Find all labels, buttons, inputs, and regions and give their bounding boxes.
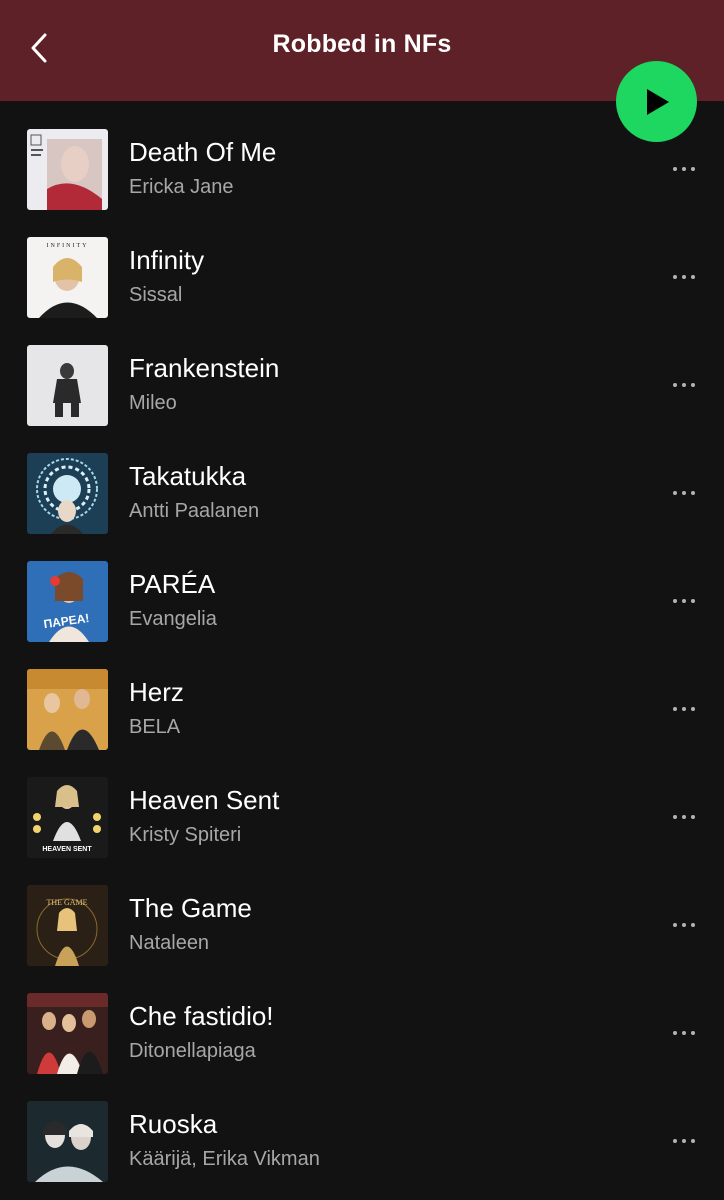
track-row[interactable]: Ruoska Käärijä, Erika Vikman [0,1073,724,1182]
album-cover [27,669,108,750]
track-row[interactable]: THE GAME The Game Nataleen [0,857,724,966]
track-title: The Game [129,893,252,923]
track-artist: BELA [129,716,181,738]
playlist-screen: Robbed in NFs Death Of Me Ericka Jane IN… [0,0,724,1200]
track-title: PARÉA [129,569,216,599]
album-cover: HEAVEN SENT [27,777,108,858]
album-cover [27,453,108,534]
track-title: Heaven Sent [129,785,280,815]
more-icon [671,275,698,279]
track-artist: Evangelia [129,608,217,630]
more-icon [671,383,698,387]
track-artist: Mileo [129,392,177,414]
track-row[interactable]: Takatukka Antti Paalanen [0,425,724,534]
track-artist: Kristy Spiteri [129,824,242,846]
page-title: Robbed in NFs [272,30,452,58]
track-row[interactable]: INFINITY Infinity Sissal [0,209,724,318]
track-artist: Antti Paalanen [129,500,260,522]
more-options-button[interactable] [664,913,704,937]
track-title: Herz [129,677,184,707]
track-row[interactable]: Frankenstein Mileo [0,317,724,426]
playlist-header: Robbed in NFs [0,0,724,101]
album-cover: THE GAME [27,885,108,966]
more-options-button[interactable] [664,373,704,397]
track-title: Death Of Me [129,137,277,167]
track-title: Frankenstein [129,353,280,383]
cover-text: HEAVEN SENT [42,846,92,853]
track-artist: Ericka Jane [129,176,234,198]
more-options-button[interactable] [664,265,704,289]
track-row[interactable]: ΠΑΡΕΑ! PARÉA Evangelia [0,533,724,642]
track-artist: Käärijä, Erika Vikman [129,1148,320,1170]
more-options-button[interactable] [664,157,704,181]
album-cover: ΠΑΡΕΑ! [27,561,108,642]
track-artist: Ditonellapiaga [129,1040,256,1062]
more-options-button[interactable] [664,805,704,829]
more-icon [671,167,698,171]
track-artist: Sissal [129,284,183,306]
album-cover: INFINITY [27,237,108,318]
track-title: Infinity [129,245,205,275]
track-row[interactable]: HEAVEN SENT Heaven Sent Kristy Spiteri [0,749,724,858]
album-cover [27,129,108,210]
more-options-button[interactable] [664,1021,704,1045]
track-row[interactable]: Che fastidio! Ditonellapiaga [0,965,724,1074]
track-row[interactable]: Herz BELA [0,641,724,750]
track-row[interactable]: Death Of Me Ericka Jane [0,101,724,210]
cover-text: INFINITY [47,243,89,249]
track-title: Ruoska [129,1109,218,1139]
more-icon [671,1031,698,1035]
cover-text: THE GAME [46,898,87,907]
more-options-button[interactable] [664,481,704,505]
more-icon [671,707,698,711]
track-artist: Nataleen [129,932,210,954]
album-cover [27,993,108,1074]
play-button[interactable] [616,61,697,142]
more-icon [671,923,698,927]
more-icon [671,1139,698,1143]
track-title: Takatukka [129,461,247,491]
more-icon [671,491,698,495]
album-cover [27,1101,108,1182]
more-options-button[interactable] [664,589,704,613]
track-title: Che fastidio! [129,1001,274,1031]
more-icon [671,815,698,819]
more-options-button[interactable] [664,697,704,721]
more-options-button[interactable] [664,1129,704,1153]
track-list: Death Of Me Ericka Jane INFINITY Infinit… [0,101,724,1182]
more-icon [671,599,698,603]
album-cover [27,345,108,426]
play-icon [646,88,669,115]
